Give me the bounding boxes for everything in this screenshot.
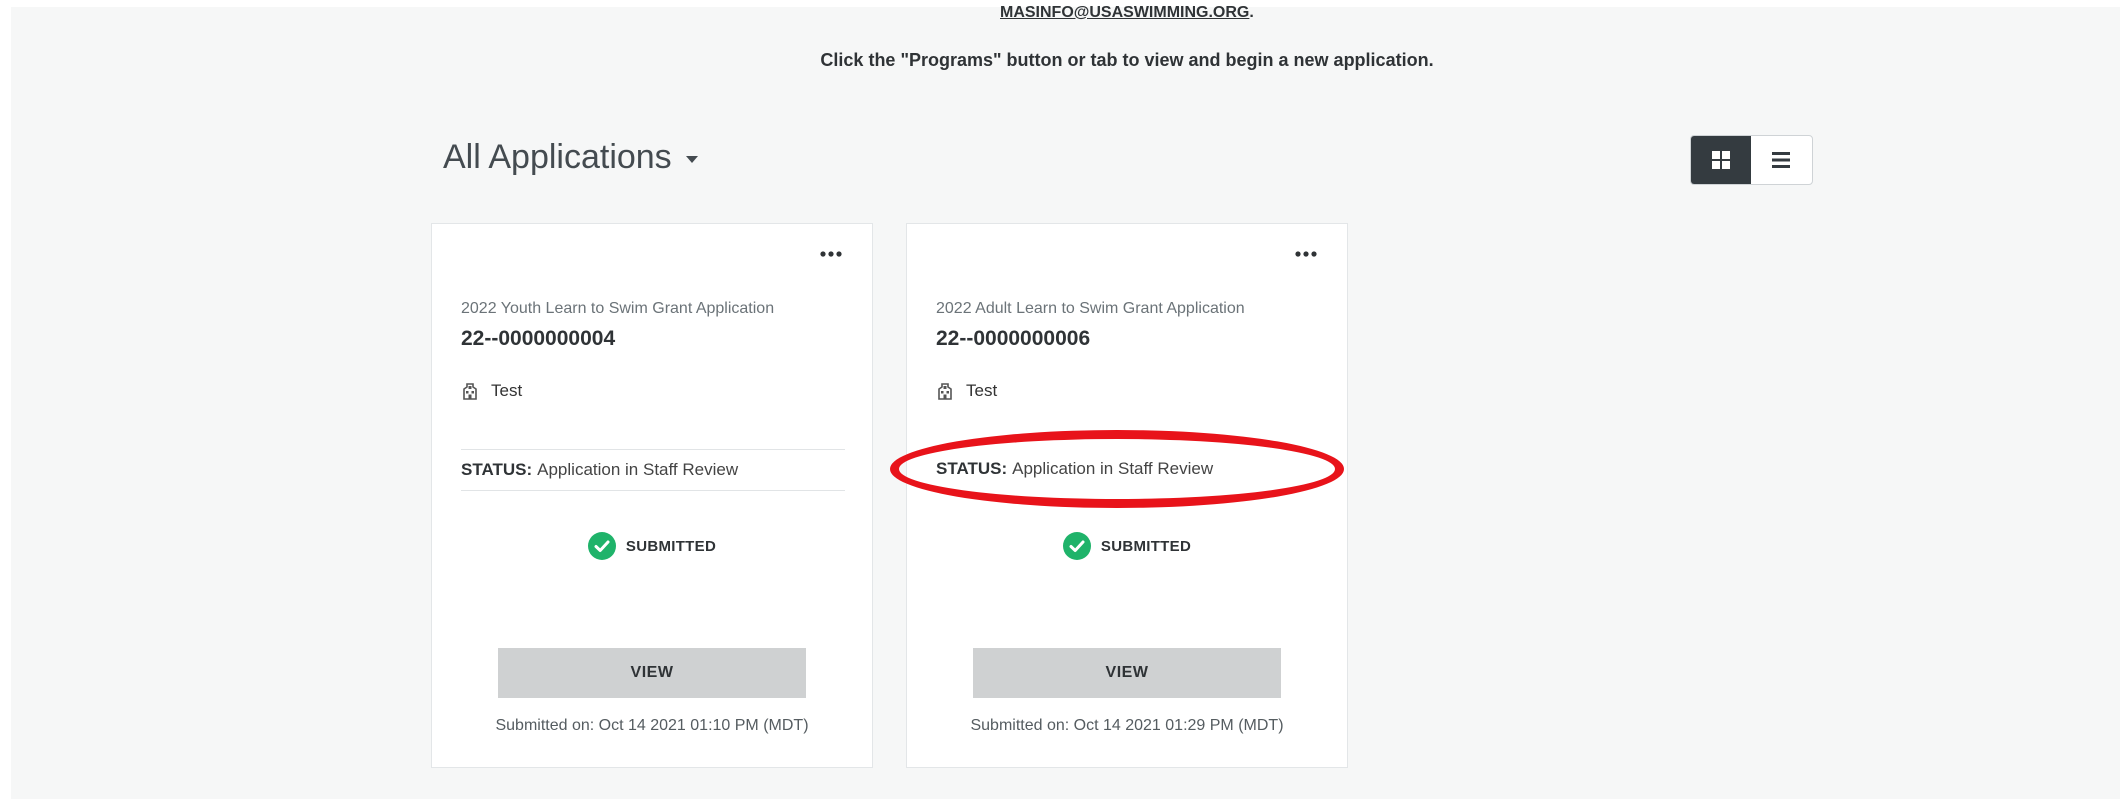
building-icon bbox=[463, 383, 477, 400]
organization-name: Test bbox=[966, 381, 998, 400]
list-icon bbox=[1772, 152, 1790, 168]
organization-name: Test bbox=[491, 381, 523, 400]
status-label: STATUS: bbox=[936, 459, 1008, 478]
check-circle-icon bbox=[1062, 532, 1091, 560]
programs-instruction: Click the "Programs" button or tab to vi… bbox=[820, 50, 1434, 70]
contact-email-suffix: . bbox=[1249, 4, 1254, 21]
check-circle-icon bbox=[587, 532, 616, 560]
view-button[interactable]: VIEW bbox=[498, 648, 806, 698]
card-more-menu[interactable] bbox=[1291, 242, 1321, 266]
submitted-on: Submitted on: Oct 14 2021 01:10 PM (MDT) bbox=[495, 717, 809, 734]
program-name: 2022 Youth Learn to Swim Grant Applicati… bbox=[461, 300, 775, 317]
caret-down-icon bbox=[685, 156, 698, 163]
all-applications-title: All Applications bbox=[443, 138, 672, 176]
status-value: Application in Staff Review bbox=[537, 460, 739, 479]
submitted-on: Submitted on: Oct 14 2021 01:29 PM (MDT) bbox=[970, 717, 1284, 734]
status-value: Application in Staff Review bbox=[1012, 459, 1214, 478]
application-card: 2022 Youth Learn to Swim Grant Applicati… bbox=[431, 223, 873, 768]
submitted-label: SUBMITTED bbox=[625, 537, 717, 555]
submitted-indicator: SUBMITTED bbox=[432, 532, 872, 560]
status-row: STATUS: Application in Staff Review bbox=[461, 449, 845, 491]
organization-row: Test bbox=[936, 381, 997, 401]
grid-view-button[interactable] bbox=[1691, 136, 1751, 184]
view-button[interactable]: VIEW bbox=[973, 648, 1281, 698]
card-more-menu[interactable] bbox=[816, 242, 846, 266]
list-view-button[interactable] bbox=[1751, 136, 1811, 184]
view-mode-toggle bbox=[1690, 135, 1813, 185]
submitted-label: SUBMITTED bbox=[1100, 537, 1192, 555]
program-name: 2022 Adult Learn to Swim Grant Applicati… bbox=[936, 300, 1245, 317]
status-label: STATUS: bbox=[461, 460, 533, 479]
application-number: 22--0000000004 bbox=[461, 327, 616, 350]
application-card: 2022 Adult Learn to Swim Grant Applicati… bbox=[906, 223, 1348, 768]
contact-email-link[interactable]: MASINFO@USASWIMMING.ORG. bbox=[1000, 4, 1254, 22]
application-number: 22--0000000006 bbox=[936, 327, 1091, 350]
submitted-indicator: SUBMITTED bbox=[907, 532, 1347, 560]
all-applications-dropdown[interactable]: All Applications bbox=[443, 138, 698, 177]
building-icon bbox=[938, 383, 952, 400]
organization-row: Test bbox=[461, 381, 522, 401]
status-row: STATUS: Application in Staff Review bbox=[936, 449, 1320, 489]
ellipsis-icon bbox=[1295, 251, 1317, 257]
ellipsis-icon bbox=[820, 251, 842, 257]
grid-icon bbox=[1712, 151, 1730, 169]
